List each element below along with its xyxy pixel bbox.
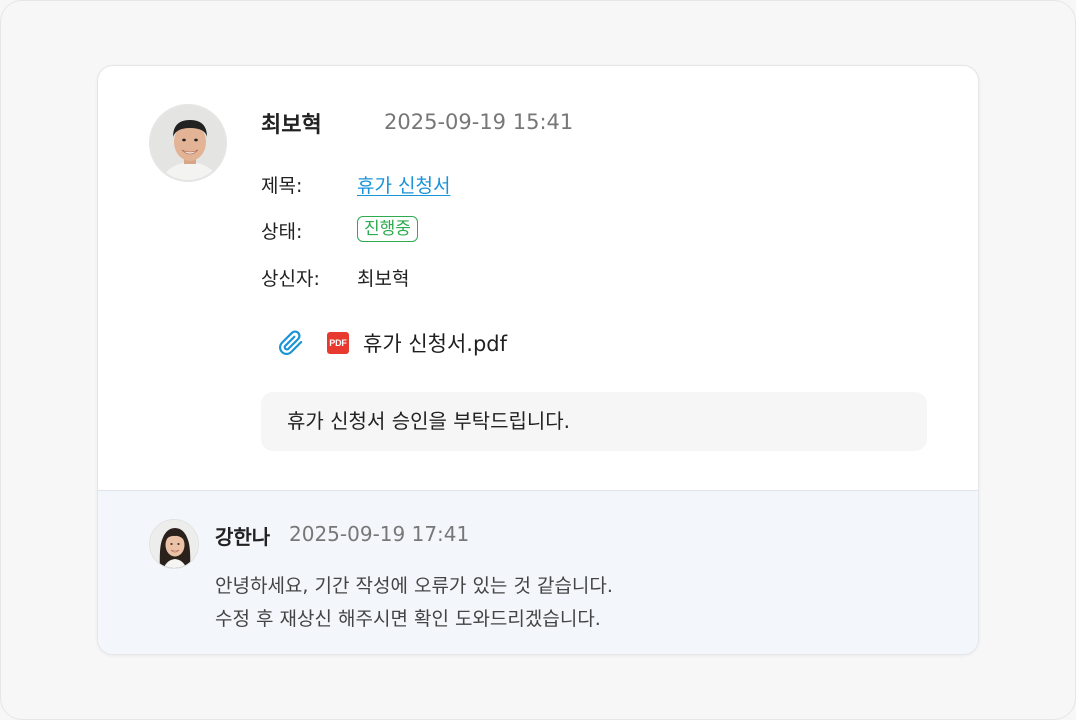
comment-text-line: 수정 후 재상신 해주시면 확인 도와드리겠습니다. <box>215 608 601 630</box>
attachment-row[interactable]: PDF 휴가 신청서.pdf <box>278 328 507 358</box>
commenter-name: 강한나 <box>215 525 271 549</box>
title-label: 제목: <box>261 175 303 197</box>
attachment-file-name[interactable]: 휴가 신청서.pdf <box>363 328 507 358</box>
status-label: 상태: <box>261 221 303 243</box>
commenter-avatar-illustration <box>150 520 198 568</box>
comment-text-line: 안녕하세요, 기간 작성에 오류가 있는 것 같습니다. <box>215 575 613 597</box>
requester-label: 상신자: <box>261 268 320 290</box>
requester-value: 최보혁 <box>357 268 410 290</box>
commenter-avatar[interactable] <box>149 519 199 569</box>
author-avatar[interactable] <box>149 104 227 182</box>
comment-timestamp: 2025-09-19 17:41 <box>289 522 470 546</box>
author-avatar-illustration <box>151 106 225 180</box>
title-link[interactable]: 휴가 신청서 <box>357 175 450 197</box>
approval-post-card: 최보혁 2025-09-19 15:41 제목: 휴가 신청서 상태: 진행중 … <box>97 65 979 655</box>
title-value: 휴가 신청서 <box>357 171 450 198</box>
status-badge: 진행중 <box>357 216 418 242</box>
post-message: 휴가 신청서 승인을 부탁드립니다. <box>261 392 927 451</box>
post-timestamp: 2025-09-19 15:41 <box>384 110 574 134</box>
paperclip-icon <box>278 330 304 356</box>
pdf-file-icon: PDF <box>327 332 349 354</box>
comment-section: 강한나 2025-09-19 17:41 안녕하세요, 기간 작성에 오류가 있… <box>98 490 978 654</box>
author-name: 최보혁 <box>261 113 322 138</box>
